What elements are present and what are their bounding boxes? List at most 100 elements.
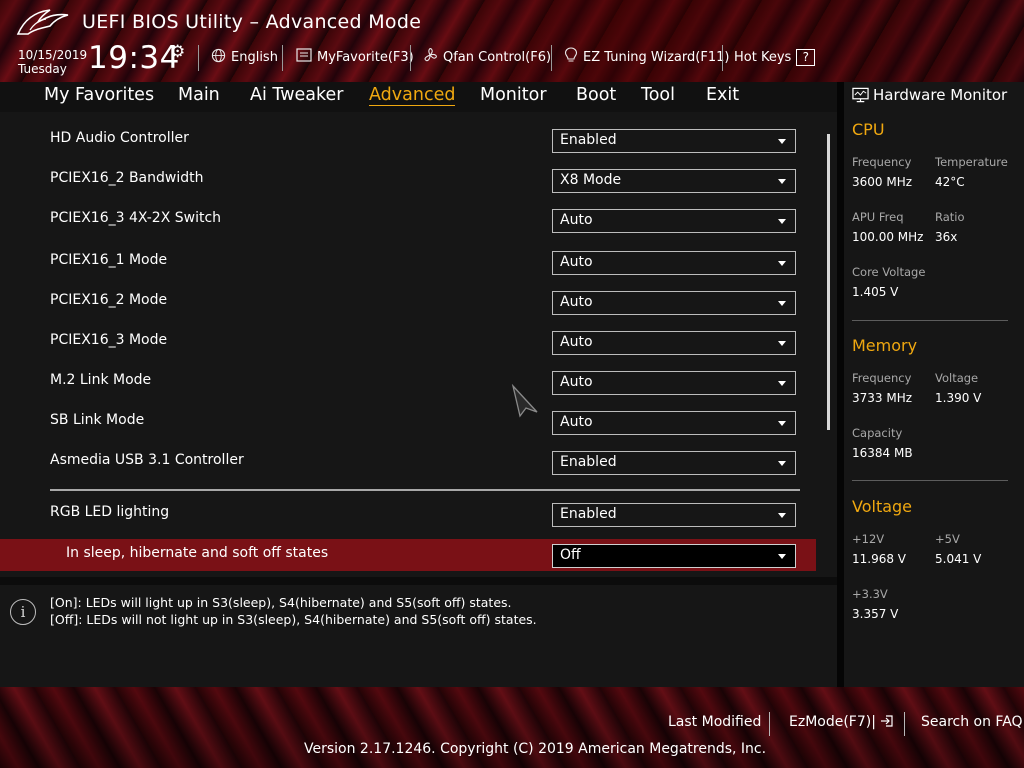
setting-row-pciex16-3-switch[interactable]: PCIEX16_3 4X-2X Switch Auto [0, 204, 816, 236]
main-menu-bar: My Favorites Main Ai Tweaker Advanced Mo… [0, 82, 837, 112]
chevron-down-icon [778, 513, 786, 518]
v5-value: 5.041 V [935, 552, 982, 566]
setting-row-led-sleep-states[interactable]: In sleep, hibernate and soft off states … [0, 539, 816, 571]
info-text-on: [On]: LEDs will light up in S3(sleep), S… [50, 595, 512, 610]
voltage-heading: Voltage [852, 497, 913, 516]
section-divider [852, 480, 1008, 481]
setting-row-m2-link-mode[interactable]: M.2 Link Mode Auto [0, 366, 816, 398]
setting-row-rgb-led[interactable]: RGB LED lighting Enabled [0, 498, 816, 530]
chevron-down-icon [778, 261, 786, 266]
lightbulb-icon [564, 47, 578, 67]
setting-dropdown[interactable]: Auto [552, 291, 796, 315]
setting-label: M.2 Link Mode [50, 372, 152, 388]
tab-my-favorites[interactable]: My Favorites [44, 85, 154, 105]
globe-icon [211, 48, 226, 67]
chevron-down-icon [778, 301, 786, 306]
cpu-heading: CPU [852, 120, 885, 139]
ezmode-label: EzMode(F7)| [789, 714, 876, 730]
panel-gap [837, 82, 844, 687]
setting-row-pciex16-2-bandwidth[interactable]: PCIEX16_2 Bandwidth X8 Mode [0, 164, 816, 196]
core-voltage-value: 1.405 V [852, 285, 899, 299]
setting-dropdown[interactable]: Auto [552, 411, 796, 435]
hardware-monitor-title: Hardware Monitor [873, 86, 1008, 104]
setting-row-pciex16-3-mode[interactable]: PCIEX16_3 Mode Auto [0, 326, 816, 358]
tab-main[interactable]: Main [178, 85, 220, 105]
footer-separator [769, 712, 770, 736]
last-modified-button[interactable]: Last Modified [668, 714, 761, 730]
qfan-button[interactable]: Qfan Control(F6) [422, 46, 551, 68]
setting-dropdown[interactable]: Enabled [552, 451, 796, 475]
hot-keys-button[interactable]: Hot Keys ? [734, 46, 816, 68]
setting-row-hd-audio[interactable]: HD Audio Controller Enabled [0, 124, 816, 156]
ez-tuning-button[interactable]: EZ Tuning Wizard(F11) [564, 46, 729, 68]
setting-row-pciex16-2-mode[interactable]: PCIEX16_2 Mode Auto [0, 286, 816, 318]
dropdown-value: Enabled [560, 132, 617, 148]
tab-tool[interactable]: Tool [641, 85, 675, 105]
header-separator [722, 45, 723, 71]
hot-keys-label: Hot Keys [734, 49, 792, 65]
cpu-frequency-value: 3600 MHz [852, 175, 913, 189]
v12-label: +12V [852, 532, 885, 546]
setting-row-sb-link-mode[interactable]: SB Link Mode Auto [0, 406, 816, 438]
memory-frequency-value: 3733 MHz [852, 391, 913, 405]
header-separator [410, 45, 411, 71]
rog-logo-icon [16, 9, 69, 35]
setting-row-pciex16-1-mode[interactable]: PCIEX16_1 Mode Auto [0, 246, 816, 278]
setting-row-asmedia-usb[interactable]: Asmedia USB 3.1 Controller Enabled [0, 446, 816, 478]
setting-label: PCIEX16_3 Mode [50, 332, 168, 348]
setting-dropdown[interactable]: Auto [552, 251, 796, 275]
v12-value: 11.968 V [852, 552, 907, 566]
memory-capacity-label: Capacity [852, 426, 903, 440]
fan-icon [422, 47, 438, 67]
scrollbar[interactable] [827, 134, 830, 430]
window-title: UEFI BIOS Utility – Advanced Mode [82, 11, 422, 33]
setting-label: HD Audio Controller [50, 130, 189, 146]
language-button[interactable]: English [211, 46, 278, 68]
setting-label: SB Link Mode [50, 412, 145, 428]
tab-monitor[interactable]: Monitor [480, 85, 547, 105]
section-divider [852, 320, 1008, 321]
footer-separator [904, 712, 905, 736]
dropdown-value: X8 Mode [560, 172, 622, 188]
help-info-panel: i [On]: LEDs will light up in S3(sleep),… [0, 585, 837, 687]
header-bar: UEFI BIOS Utility – Advanced Mode 10/15/… [0, 0, 1024, 82]
info-separator [0, 577, 837, 585]
chevron-down-icon [778, 554, 786, 559]
tab-exit[interactable]: Exit [706, 85, 739, 105]
footer-bar: Last Modified EzMode(F7)| Search on FAQ … [0, 687, 1024, 768]
header-separator [282, 45, 283, 71]
qfan-label: Qfan Control(F6) [443, 49, 552, 65]
chevron-down-icon [778, 179, 786, 184]
core-voltage-label: Core Voltage [852, 265, 926, 279]
setting-dropdown[interactable]: Off [552, 544, 796, 568]
search-faq-button[interactable]: Search on FAQ [921, 714, 1023, 730]
chevron-down-icon [778, 381, 786, 386]
cpu-temperature-value: 42°C [935, 175, 965, 189]
header-separator [551, 45, 552, 71]
dropdown-value: Enabled [560, 454, 617, 470]
setting-dropdown[interactable]: Enabled [552, 503, 796, 527]
ezmode-button[interactable]: EzMode(F7)| [789, 714, 894, 730]
setting-dropdown[interactable]: Auto [552, 371, 796, 395]
setting-dropdown[interactable]: Auto [552, 331, 796, 355]
day-text: Tuesday [18, 62, 67, 76]
setting-label: RGB LED lighting [50, 504, 170, 520]
exit-arrow-icon [881, 715, 894, 727]
tab-ai-tweaker[interactable]: Ai Tweaker [250, 85, 343, 105]
hardware-monitor-panel: Hardware Monitor CPU Frequency Temperatu… [844, 82, 1024, 687]
chevron-down-icon [778, 219, 786, 224]
setting-dropdown[interactable]: Enabled [552, 129, 796, 153]
gear-icon[interactable]: ⚙ [170, 42, 185, 62]
section-divider [50, 489, 800, 491]
help-question-icon: ? [796, 48, 816, 66]
tab-advanced[interactable]: Advanced [369, 85, 456, 106]
chevron-down-icon [778, 341, 786, 346]
tab-boot[interactable]: Boot [576, 85, 616, 105]
myfavorite-button[interactable]: MyFavorite(F3) [296, 46, 414, 68]
language-label: English [231, 49, 278, 65]
ez-tuning-label: EZ Tuning Wizard(F11) [583, 49, 730, 65]
setting-dropdown[interactable]: X8 Mode [552, 169, 796, 193]
memory-voltage-value: 1.390 V [935, 391, 982, 405]
setting-dropdown[interactable]: Auto [552, 209, 796, 233]
v5-label: +5V [935, 532, 960, 546]
